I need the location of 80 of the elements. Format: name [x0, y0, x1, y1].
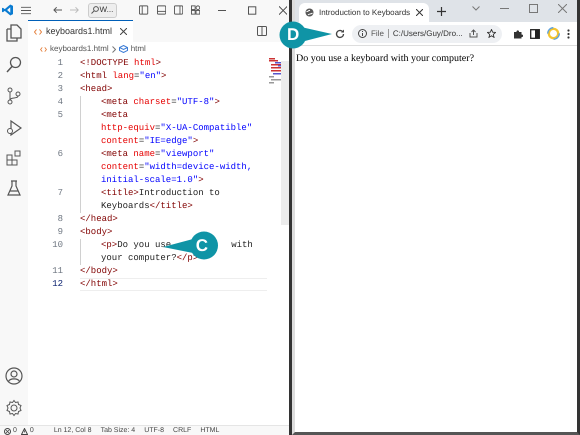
tab-title: Introduction to Keyboards [319, 6, 411, 18]
side-panel-icon[interactable] [530, 28, 540, 38]
search-field[interactable]: W... [88, 2, 118, 18]
panel-layout-icon[interactable] [156, 5, 166, 15]
url-text: C:/Users/Guy/Dro... [392, 28, 464, 40]
line-number: 9 [56, 226, 63, 239]
menu-icon[interactable] [21, 6, 32, 14]
line-number: 6 [56, 148, 63, 161]
breadcrumb-item[interactable]: html [130, 43, 146, 55]
new-tab-icon[interactable] [437, 7, 446, 16]
run-debug-icon[interactable] [6, 119, 22, 136]
account-icon[interactable] [5, 367, 23, 385]
breadcrumb-item[interactable]: keyboards1.html [50, 43, 109, 55]
code-text: content="IE=edge"> [101, 134, 198, 148]
page-text: Do you use a keyboard with your computer? [296, 52, 476, 66]
search-icon[interactable] [6, 56, 22, 73]
cube-icon [118, 45, 128, 53]
code-text: </body> [80, 264, 118, 278]
close-icon[interactable] [278, 6, 287, 14]
code-text: <meta charset="UTF-8"> [101, 96, 220, 109]
chevron-right-icon [112, 46, 116, 52]
chevron-down-icon[interactable] [472, 6, 480, 11]
code-text: <meta name="viewport" [101, 148, 214, 161]
code-file-icon [40, 46, 47, 52]
line-number: 2 [56, 70, 63, 83]
files-icon[interactable] [6, 24, 22, 42]
line-number: 1 [56, 56, 63, 70]
line-number: 5 [56, 108, 63, 122]
warning-icon [20, 428, 28, 434]
tab-label: keyboards1.html [46, 24, 112, 38]
editor-tab[interactable]: keyboards1.html [28, 20, 134, 42]
line-number: 12 [51, 278, 63, 291]
info-icon [358, 29, 367, 38]
star-icon[interactable] [487, 29, 496, 38]
close-icon[interactable] [416, 9, 423, 16]
profile-icon[interactable] [547, 27, 560, 40]
search-icon [90, 6, 99, 14]
line-number: 10 [51, 238, 63, 252]
code-text: Keyboards</title> [101, 200, 193, 213]
address-bar[interactable]: File C:/Users/Guy/Dro... [352, 24, 502, 42]
forward-arrow-icon [70, 6, 80, 14]
app-logo-icon [2, 4, 14, 16]
split-layout-icon[interactable] [174, 5, 183, 15]
line-number: 4 [56, 96, 63, 109]
maximize-icon[interactable] [248, 6, 257, 14]
back-arrow-icon[interactable] [53, 6, 62, 14]
code-file-icon [34, 28, 42, 34]
source-control-icon[interactable] [7, 87, 21, 105]
error-icon [4, 428, 11, 434]
line-number: 3 [56, 82, 63, 96]
code-text: <meta [101, 108, 128, 122]
share-icon[interactable] [469, 29, 478, 38]
flask-icon[interactable] [7, 180, 21, 196]
code-text: <title>Introduction to [101, 186, 220, 200]
code-text: <head> [80, 82, 112, 96]
sidebar-layout-icon[interactable] [139, 5, 149, 15]
code-text: </html> [80, 278, 118, 291]
line-number: 8 [56, 212, 63, 226]
scheme-label: File [371, 28, 384, 40]
globe-icon [305, 8, 314, 17]
line-number: 7 [56, 186, 63, 200]
code-text: with [231, 238, 253, 252]
line-number: 11 [51, 264, 63, 278]
extensions-icon[interactable] [6, 150, 22, 166]
customize-layout-icon[interactable] [190, 5, 200, 15]
settings-icon[interactable] [5, 399, 23, 417]
close-icon[interactable] [120, 28, 128, 35]
code-text: </head> [80, 212, 118, 226]
code-text: content="width=device-width, [101, 160, 252, 174]
code-text: http-equiv="X-UA-Compatible" [101, 122, 252, 135]
code-text: initial-scale=1.0"> [101, 174, 204, 187]
code-text: <!DOCTYPE html> [80, 56, 162, 70]
search-text: W... [100, 4, 114, 16]
puzzle-icon[interactable] [513, 28, 523, 38]
reload-icon[interactable] [335, 28, 345, 38]
code-text: <body> [80, 226, 112, 239]
code-text: <html lang="en"> [80, 70, 166, 83]
browser-tab[interactable]: Introduction to Keyboards [299, 3, 429, 22]
more-options-icon[interactable] [567, 28, 570, 38]
split-editor-icon[interactable] [257, 26, 267, 36]
